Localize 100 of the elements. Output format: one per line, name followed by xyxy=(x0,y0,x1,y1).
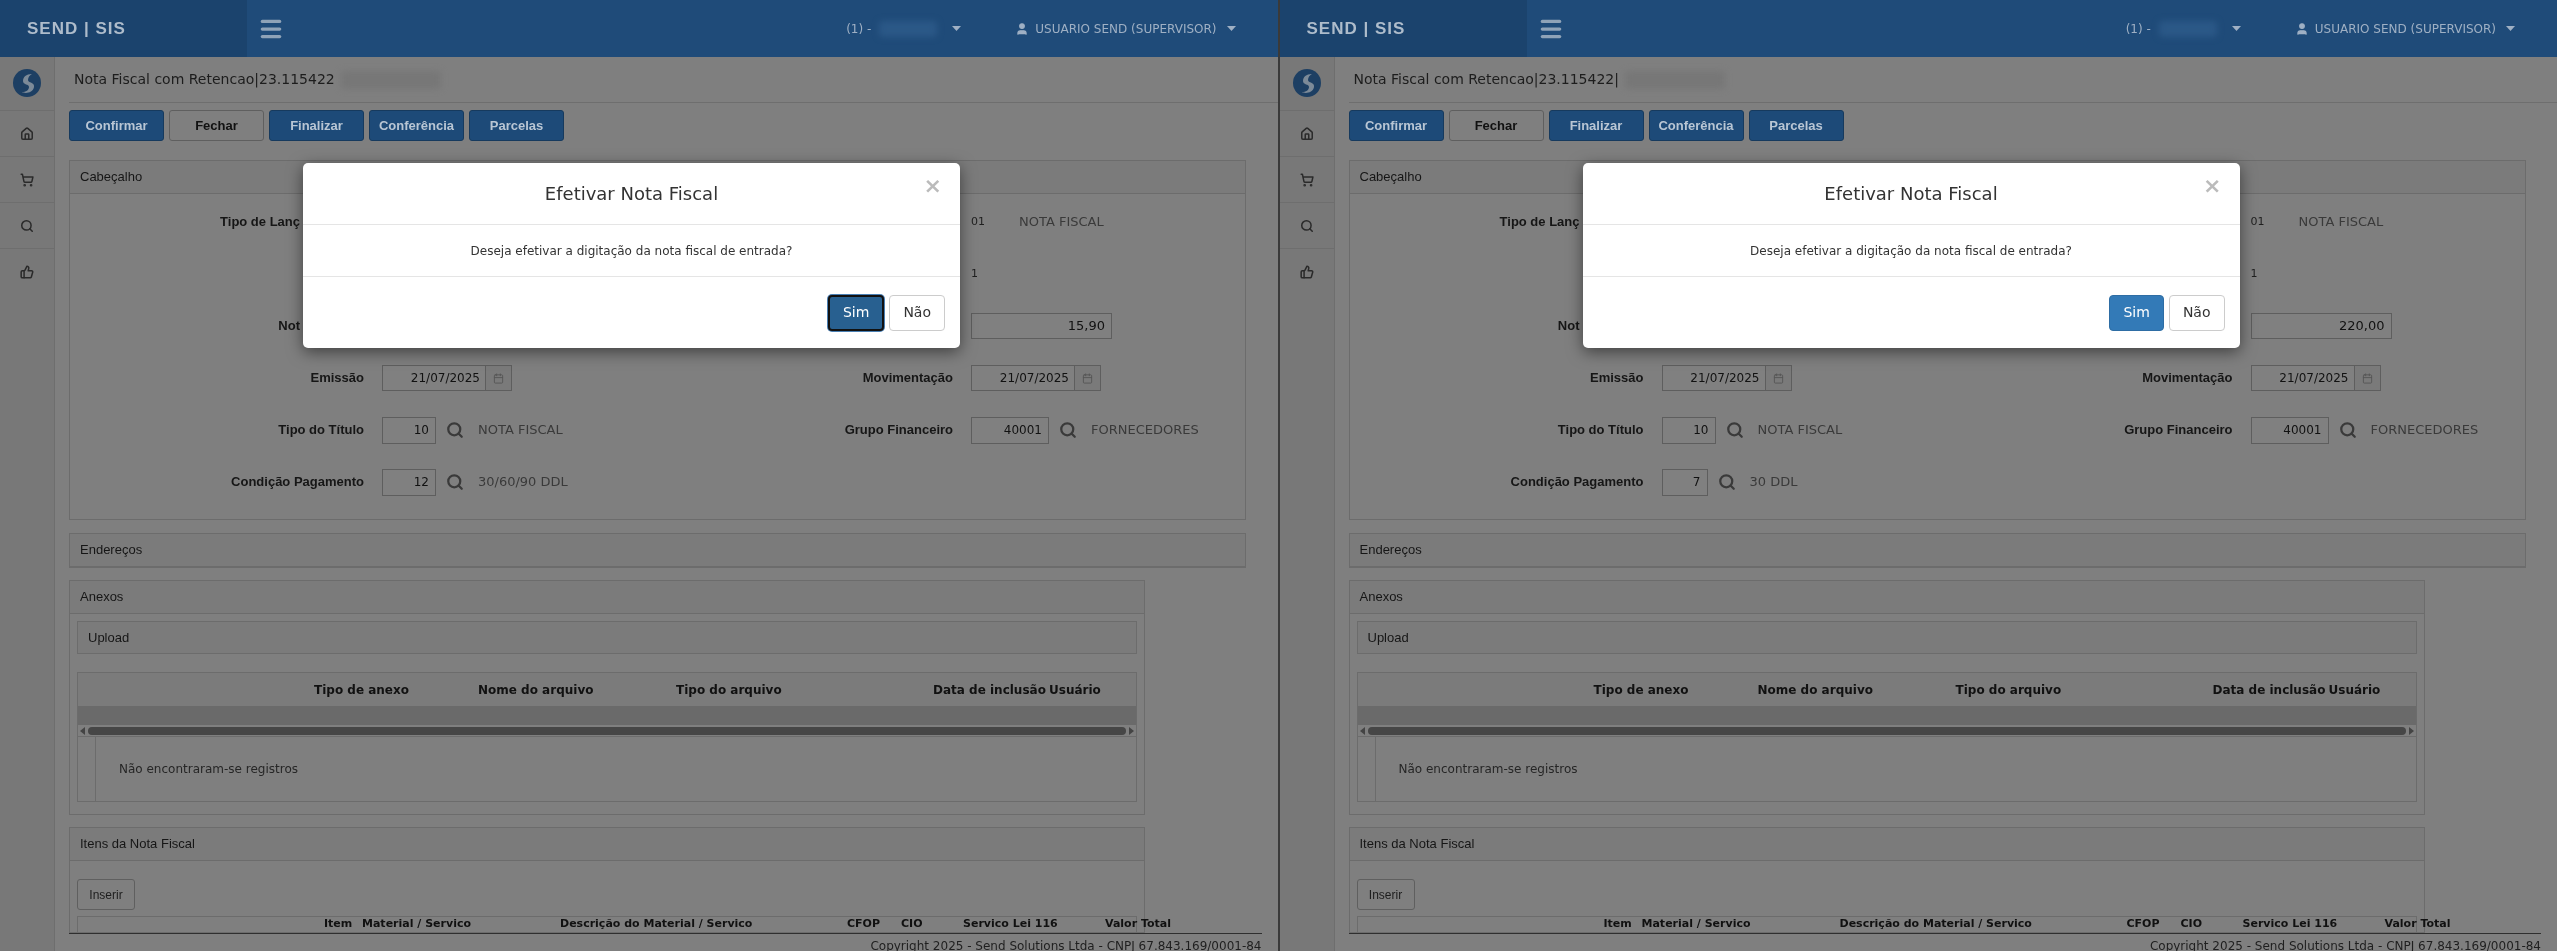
field-label: Grupo Financeiro xyxy=(844,421,953,440)
code-field[interactable]: 40001 xyxy=(971,416,1049,444)
upload-bar[interactable]: Upload xyxy=(77,621,1137,654)
code-field[interactable]: 10 xyxy=(382,416,436,444)
toolbar-button[interactable]: Confirmar xyxy=(1348,110,1444,141)
description-text: NOTA FISCAL xyxy=(2298,213,2384,232)
scroll-right-icon[interactable] xyxy=(1129,726,1134,735)
date-field[interactable]: 21/07/2025 xyxy=(971,365,1075,391)
cart-icon[interactable] xyxy=(1299,172,1314,187)
brand-logo[interactable]: SEND | SIS xyxy=(27,15,126,42)
user-menu[interactable]: USUARIO SEND (SUPERVISOR) xyxy=(2314,19,2496,38)
upload-bar[interactable]: Upload xyxy=(1356,621,2417,654)
search-icon[interactable] xyxy=(446,421,464,439)
search-icon[interactable] xyxy=(2338,421,2357,439)
input-field[interactable]: 15,90 xyxy=(971,313,1112,339)
date-field[interactable]: 21/07/2025 xyxy=(382,365,486,391)
search-icon[interactable] xyxy=(1299,218,1314,233)
home-icon[interactable] xyxy=(20,126,34,141)
code-text: 01 xyxy=(971,213,985,230)
date-field[interactable]: 21/07/2025 xyxy=(1661,365,1766,391)
column-header: Data de inclusão xyxy=(933,681,1047,699)
company-selector[interactable]: (1) - xyxy=(846,19,872,38)
dialog-title: Efetivar Nota Fiscal xyxy=(1824,182,1998,206)
search-icon[interactable] xyxy=(1717,473,1736,491)
user-icon xyxy=(2294,21,2309,36)
page-title: Nota Fiscal com Retencao|23.115422 xyxy=(74,70,335,90)
section-title: Endereços xyxy=(80,541,143,560)
code-field[interactable]: 40001 xyxy=(2250,416,2329,444)
code-text: 1 xyxy=(2250,265,2258,282)
code-field[interactable]: 7 xyxy=(1661,468,1708,496)
toolbar-button[interactable]: Parcelas xyxy=(1748,110,1844,141)
dialog-message: Deseja efetivar a digitação da nota fiscal de entrada? xyxy=(1750,242,2072,260)
search-icon[interactable] xyxy=(20,218,34,233)
calendar-button[interactable] xyxy=(1075,365,1101,391)
dialog-button[interactable]: Não xyxy=(2168,294,2225,331)
scroll-left-icon[interactable] xyxy=(1359,726,1365,735)
calendar-icon xyxy=(1772,372,1784,384)
search-icon[interactable] xyxy=(446,473,464,491)
description-text: 30/60/90 DDL xyxy=(478,473,568,492)
input-field[interactable]: 220,00 xyxy=(2250,313,2392,339)
calendar-button[interactable] xyxy=(486,365,512,391)
search-icon[interactable] xyxy=(1059,421,1077,439)
field-label: Tipo do Título xyxy=(1557,421,1644,440)
search-icon[interactable] xyxy=(1725,421,1744,439)
description-text: 30 DDL xyxy=(1749,473,1798,492)
toolbar-button[interactable]: Fechar xyxy=(1448,110,1544,141)
thumbs-up-icon[interactable] xyxy=(20,264,34,279)
dialog-button[interactable]: Não xyxy=(889,294,945,331)
field-label: Condição Pagamento xyxy=(1510,473,1644,492)
column-header: CIO xyxy=(901,917,924,930)
toolbar-button[interactable]: Finalizar xyxy=(269,110,364,141)
scrollbar-thumb[interactable] xyxy=(1367,726,2406,735)
column-header: Descrição do Material / Servico xyxy=(1839,917,2033,930)
toolbar-button[interactable]: Conferência xyxy=(1648,110,1744,141)
column-header: Valor Total xyxy=(2384,917,2452,930)
toolbar-button[interactable]: Finalizar xyxy=(1548,110,1644,141)
section-title: Anexos xyxy=(1359,588,1403,607)
description-text: NOTA FISCAL xyxy=(1019,213,1104,232)
field-label: Movimentação xyxy=(2142,369,2233,388)
field-label: Tipo de Lanç xyxy=(1499,213,1580,232)
user-menu[interactable]: USUARIO SEND (SUPERVISOR) xyxy=(1035,19,1217,38)
empty-message: Não encontraram-se registros xyxy=(1398,761,1578,778)
column-header: CFOP xyxy=(847,917,881,930)
page-title: Nota Fiscal com Retencao|23.115422| xyxy=(1353,70,1619,90)
column-header: Item xyxy=(1603,917,1633,930)
dialog-button[interactable]: Sim xyxy=(827,294,885,331)
column-header: Nome do arquivo xyxy=(478,681,595,699)
home-icon[interactable] xyxy=(1299,126,1314,141)
scroll-left-icon[interactable] xyxy=(80,726,85,735)
dialog-message: Deseja efetivar a digitação da nota fiscal de entrada? xyxy=(470,242,793,260)
column-header: Tipo de anexo xyxy=(314,681,410,699)
logo-icon[interactable] xyxy=(12,68,42,98)
logo-icon[interactable] xyxy=(1291,68,1322,98)
toolbar-button[interactable]: Confirmar xyxy=(69,110,164,141)
calendar-button[interactable] xyxy=(1765,365,1792,391)
scrollbar-thumb[interactable] xyxy=(88,726,1126,735)
insert-button[interactable]: Inserir xyxy=(1356,879,1415,910)
toolbar-button[interactable]: Parcelas xyxy=(469,110,564,141)
brand-logo[interactable]: SEND | SIS xyxy=(1306,15,1406,42)
date-field[interactable]: 21/07/2025 xyxy=(2250,365,2355,391)
field-label: Grupo Financeiro xyxy=(2124,421,2233,440)
dialog-button[interactable]: Sim xyxy=(2109,294,2164,331)
user-icon xyxy=(1015,21,1030,36)
code-field[interactable]: 10 xyxy=(1661,416,1716,444)
column-header: Item xyxy=(324,917,354,930)
company-selector[interactable]: (1) - xyxy=(2125,19,2151,38)
scroll-right-icon[interactable] xyxy=(2408,726,2414,735)
thumbs-up-icon[interactable] xyxy=(1299,264,1314,279)
code-field[interactable]: 12 xyxy=(382,468,436,496)
field-label: Movimentação xyxy=(862,369,953,388)
caret-icon xyxy=(2506,26,2515,31)
description-text: FORNECEDORES xyxy=(1091,421,1199,440)
column-header: Servico Lei 116 xyxy=(963,917,1059,930)
calendar-icon xyxy=(2361,372,2373,384)
cart-icon[interactable] xyxy=(20,172,34,187)
insert-button[interactable]: Inserir xyxy=(77,879,135,910)
field-label: Not xyxy=(1557,317,1580,336)
toolbar-button[interactable]: Fechar xyxy=(169,110,264,141)
calendar-button[interactable] xyxy=(2354,365,2381,391)
toolbar-button[interactable]: Conferência xyxy=(369,110,464,141)
